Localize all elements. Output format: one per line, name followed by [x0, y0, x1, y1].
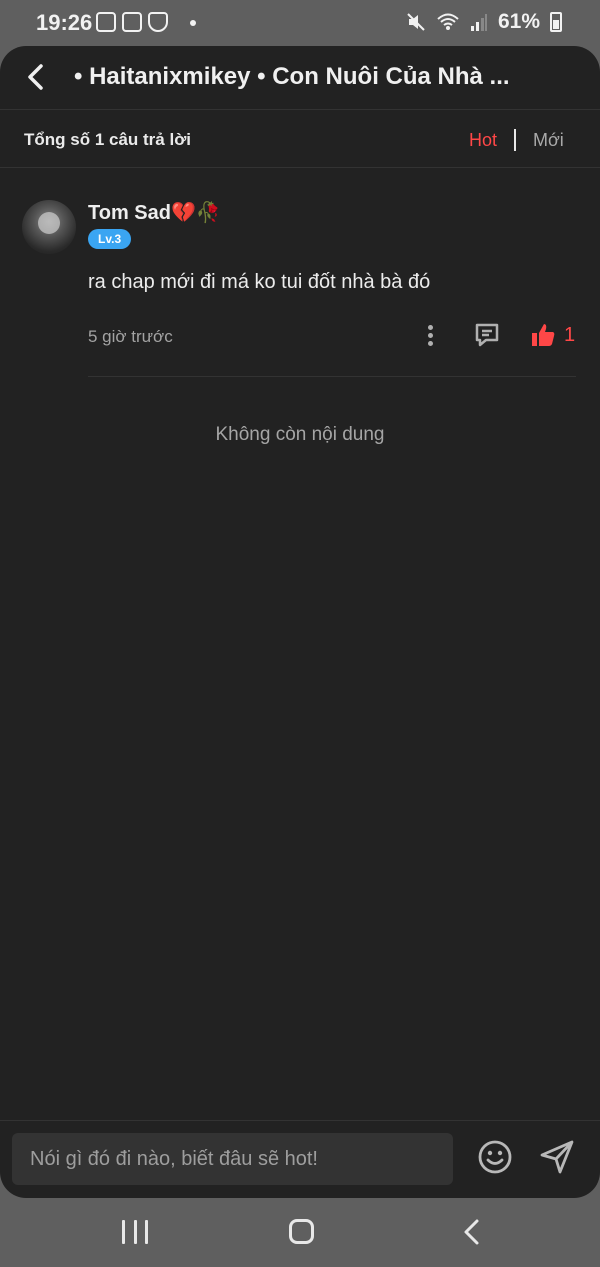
- battery-percent: 61%: [497, 10, 540, 33]
- comment-icon: [475, 323, 499, 347]
- wifi-icon: [437, 13, 459, 30]
- comment-item: Tom Sad💔🥀 Lv.3 ra chap mới đi má ko tui …: [0, 196, 600, 377]
- comment-time: 5 giờ trước: [88, 327, 173, 346]
- notification-dot-icon: [190, 20, 196, 26]
- status-bar: 19:26 61%: [0, 0, 600, 46]
- emoji-button[interactable]: [477, 1139, 513, 1175]
- avatar[interactable]: [22, 200, 76, 254]
- youtube-icon: [96, 12, 116, 32]
- header: • Haitanixmikey • Con Nuôi Của Nhà ...: [0, 46, 600, 110]
- like-count: 1: [564, 323, 576, 346]
- comment-text: ra chap mới đi má ko tui đốt nhà bà đó: [88, 271, 431, 293]
- page-title: • Haitanixmikey • Con Nuôi Của Nhà ...: [74, 63, 510, 90]
- end-of-content-text: Không còn nội dung: [215, 424, 385, 445]
- recents-bar-icon: [122, 1220, 125, 1244]
- more-dot-icon: [427, 332, 433, 338]
- status-left-icons: [96, 12, 196, 32]
- smiley-icon: [478, 1140, 512, 1174]
- sort-hot-tab[interactable]: Hot: [469, 130, 497, 151]
- more-dot-icon: [427, 324, 433, 330]
- thumbs-up-icon: [532, 324, 555, 346]
- recents-button[interactable]: [122, 1220, 148, 1246]
- signal-icon: [470, 14, 487, 31]
- system-nav-bar: [0, 1198, 600, 1267]
- more-dot-icon: [427, 340, 433, 346]
- cast-icon: [122, 12, 142, 32]
- reply-button[interactable]: [472, 320, 502, 350]
- recents-bar-icon: [145, 1220, 148, 1244]
- back-button[interactable]: [18, 60, 52, 94]
- total-replies: Tổng số 1 câu trả lời: [24, 130, 192, 149]
- username[interactable]: Tom Sad💔🥀: [88, 200, 221, 225]
- level-badge: Lv.3: [88, 229, 132, 249]
- sort-new-tab[interactable]: Mới: [533, 130, 564, 151]
- send-icon: [540, 1140, 574, 1174]
- system-back-button[interactable]: [458, 1218, 484, 1246]
- chevron-left-icon: [28, 64, 43, 90]
- comment-composer: Nói gì đó đi nào, biết đâu sẽ hot!: [0, 1120, 600, 1198]
- app-window: • Haitanixmikey • Con Nuôi Của Nhà ... T…: [0, 46, 600, 1198]
- like-button[interactable]: 1: [530, 320, 580, 350]
- home-button[interactable]: [289, 1219, 314, 1244]
- recents-bar-icon: [133, 1220, 137, 1244]
- divider: [88, 376, 576, 377]
- username-emoji: 💔🥀: [170, 202, 221, 224]
- battery-icon: [550, 12, 562, 32]
- chevron-left-icon: [464, 1219, 479, 1245]
- reply-summary-bar: Tổng số 1 câu trả lời Hot Mới: [0, 110, 600, 168]
- comment-input[interactable]: Nói gì đó đi nào, biết đâu sẽ hot!: [12, 1133, 453, 1185]
- mute-icon: [407, 13, 425, 31]
- send-button[interactable]: [538, 1138, 576, 1176]
- more-options-button[interactable]: [418, 321, 442, 349]
- status-right: 61%: [406, 10, 562, 34]
- sort-divider: [514, 129, 516, 151]
- shield-icon: [148, 12, 168, 32]
- username-text: Tom Sad: [88, 202, 171, 224]
- status-time: 19:26: [36, 10, 93, 35]
